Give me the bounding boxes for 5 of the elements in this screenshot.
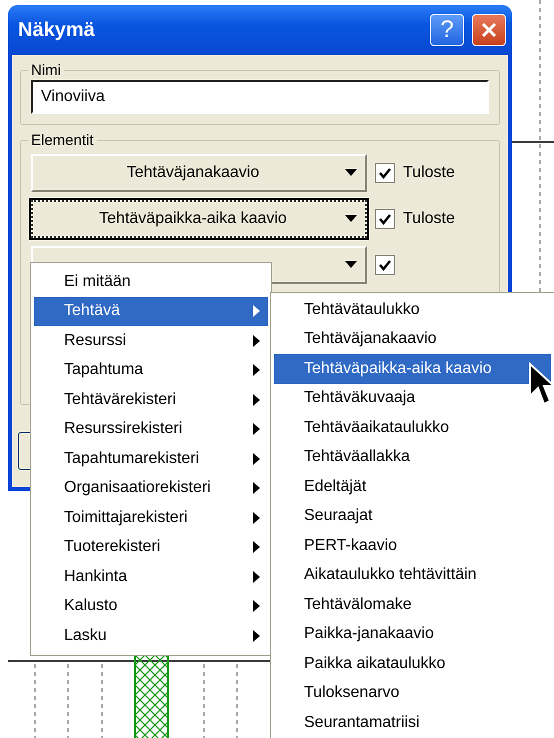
group-label: Nimi <box>30 63 62 78</box>
checkbox-label: Tuloste <box>403 209 455 229</box>
window-title: Näkymä <box>18 18 96 43</box>
group-label: Elementit <box>30 133 95 148</box>
checkbox-label: Tuloste <box>403 163 455 183</box>
